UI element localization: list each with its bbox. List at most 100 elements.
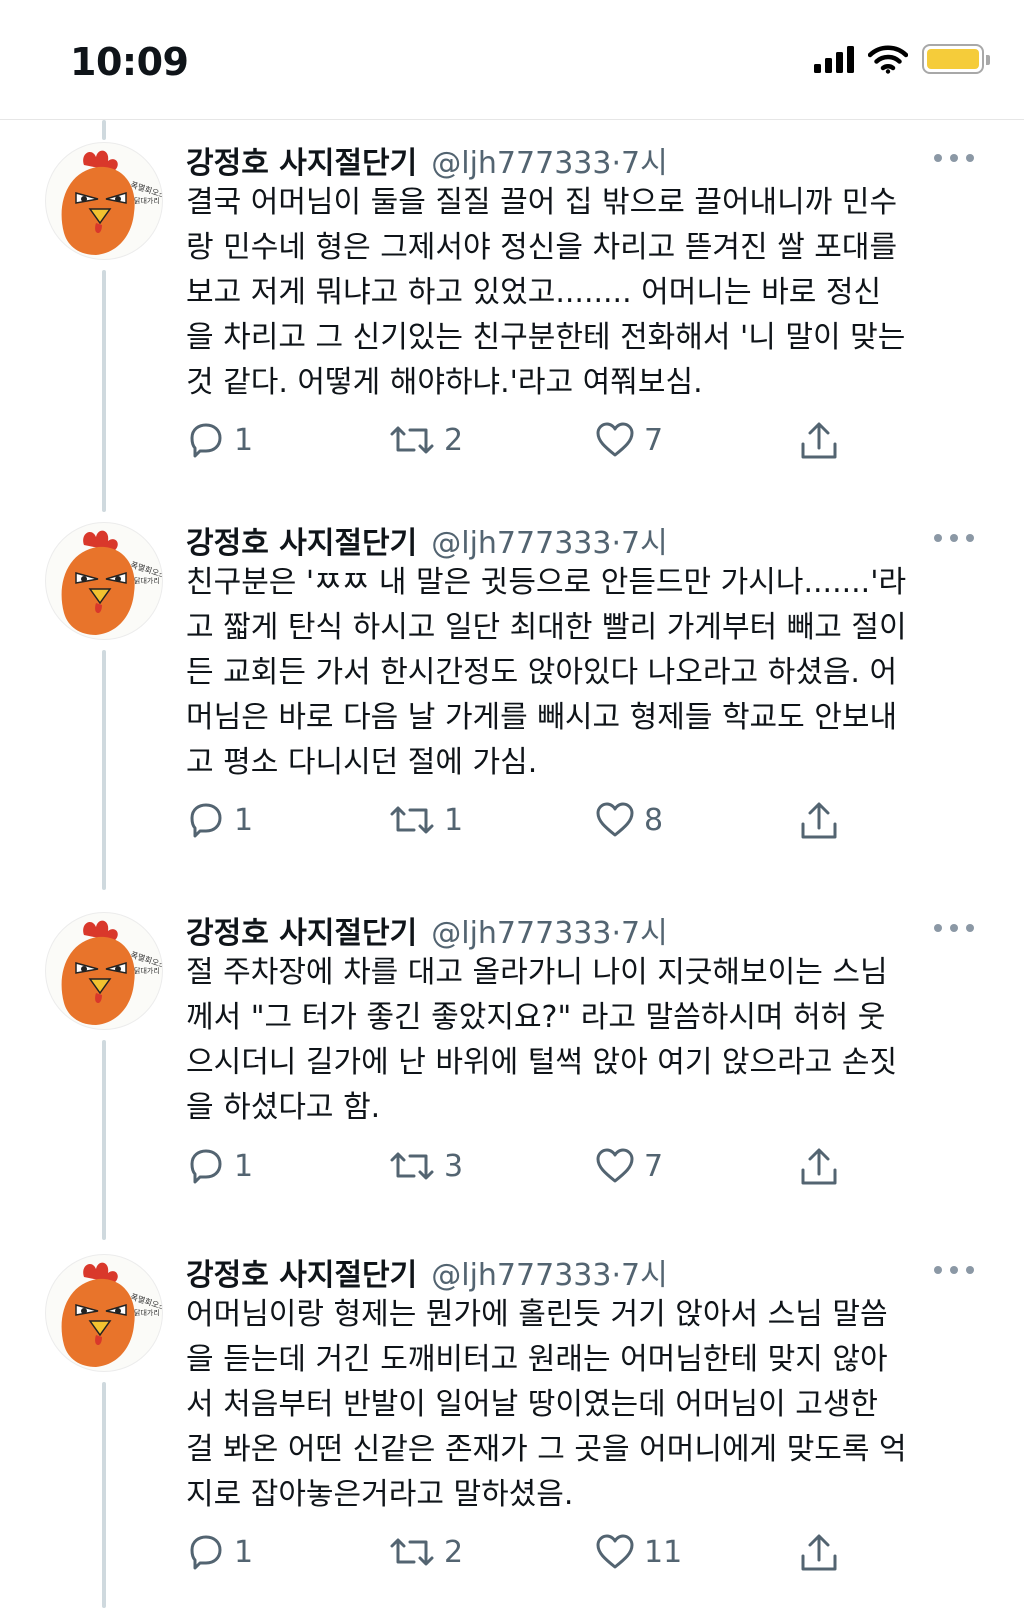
- like-button[interactable]: 7: [594, 420, 663, 460]
- tweet-header: 강정호 사지절단기 @ljh777333 · 7시: [186, 1250, 668, 1294]
- share-button[interactable]: [798, 1532, 840, 1574]
- tweet-text: 결국 어머님이 둘을 질질 끌어 집 밖으로 끌어내니까 민수 랑 민수네 형은…: [186, 185, 906, 400]
- avatar[interactable]: 폭멸회오스 닭대가리: [45, 142, 163, 260]
- reply-button[interactable]: 1: [186, 1532, 253, 1572]
- retweet-button[interactable]: 1: [388, 800, 463, 840]
- author-handle[interactable]: @ljh777333: [431, 526, 611, 561]
- wifi-icon: [868, 45, 908, 74]
- reply-icon: [190, 423, 222, 458]
- reply-icon: [190, 803, 222, 838]
- meta-separator: ·: [611, 1258, 622, 1293]
- share-button[interactable]: [798, 800, 840, 842]
- svg-text:닭대가리: 닭대가리: [134, 1308, 160, 1317]
- author-handle[interactable]: @ljh777333: [431, 146, 611, 181]
- author-name[interactable]: 강정호 사지절단기: [186, 518, 417, 562]
- heart-icon: [596, 1148, 634, 1183]
- tweet-time[interactable]: 7시: [621, 908, 668, 952]
- retweet-icon: [390, 426, 434, 454]
- like-button[interactable]: 11: [594, 1532, 682, 1572]
- thread-connector: [102, 650, 106, 890]
- author-name[interactable]: 강정호 사지절단기: [186, 908, 417, 952]
- rooster-avatar-icon: 폭멸회오스 닭대가리: [61, 530, 162, 635]
- more-options-icon[interactable]: [934, 920, 974, 936]
- author-name[interactable]: 강정호 사지절단기: [186, 138, 417, 182]
- status-bar: 10:09: [0, 0, 1024, 120]
- avatar[interactable]: 폭멸회오스 닭대가리: [45, 522, 163, 640]
- tweet-text: 절 주차장에 차를 대고 올라가니 나이 지긋해보이는 스님 께서 "그 터가 …: [186, 955, 898, 1125]
- retweet-button[interactable]: 3: [388, 1146, 463, 1186]
- thread-connector: [102, 1040, 106, 1240]
- retweet-count: 1: [444, 802, 464, 838]
- like-count: 7: [644, 1148, 664, 1184]
- tweet[interactable]: 폭멸회오스 닭대가리 강정호 사지절단기 @ljh777333 · 7시 절 주…: [0, 890, 1024, 1240]
- author-handle[interactable]: @ljh777333: [431, 1258, 611, 1293]
- status-icons: [814, 44, 990, 74]
- tweet[interactable]: 폭멸회오스 닭대가리 강정호 사지절단기 @ljh777333 · 7시 결국 …: [0, 120, 1024, 512]
- retweet-count: 2: [444, 422, 464, 458]
- tweet-actions: 1 3 7: [186, 1146, 886, 1194]
- like-button[interactable]: 7: [594, 1146, 663, 1186]
- tweet[interactable]: 폭멸회오스 닭대가리 강정호 사지절단기 @ljh777333 · 7시 친구분…: [0, 500, 1024, 890]
- avatar[interactable]: 폭멸회오스 닭대가리: [45, 912, 163, 1030]
- share-button[interactable]: [798, 420, 840, 462]
- heart-icon: [596, 422, 634, 457]
- reply-count: 1: [234, 802, 254, 838]
- battery-icon: [922, 44, 990, 74]
- more-options-icon[interactable]: [934, 150, 974, 166]
- tweet-header: 강정호 사지절단기 @ljh777333 · 7시: [186, 138, 668, 182]
- reply-icon: [190, 1535, 222, 1570]
- meta-separator: ·: [611, 916, 622, 951]
- like-count: 11: [644, 1534, 683, 1570]
- retweet-button[interactable]: 2: [388, 420, 463, 460]
- rooster-avatar-icon: 폭멸회오스 닭대가리: [61, 150, 162, 255]
- reply-count: 1: [234, 422, 254, 458]
- tweet-header: 강정호 사지절단기 @ljh777333 · 7시: [186, 518, 668, 562]
- retweet-icon: [390, 806, 434, 834]
- share-button[interactable]: [798, 1146, 840, 1188]
- reply-button[interactable]: 1: [186, 1146, 253, 1186]
- like-count: 7: [644, 422, 664, 458]
- author-name[interactable]: 강정호 사지절단기: [186, 1250, 417, 1294]
- tweet-time[interactable]: 7시: [621, 518, 668, 562]
- like-button[interactable]: 8: [594, 800, 663, 840]
- retweet-count: 2: [444, 1534, 464, 1570]
- more-options-icon[interactable]: [934, 530, 974, 546]
- author-handle[interactable]: @ljh777333: [431, 916, 611, 951]
- like-count: 8: [644, 802, 664, 838]
- rooster-avatar-icon: 폭멸회오스 닭대가리: [61, 920, 162, 1025]
- meta-separator: ·: [611, 526, 622, 561]
- more-options-icon[interactable]: [934, 1262, 974, 1278]
- thread-connector: [102, 1382, 106, 1608]
- reply-button[interactable]: 1: [186, 420, 253, 460]
- svg-text:닭대가리: 닭대가리: [134, 966, 160, 975]
- reply-count: 1: [234, 1534, 254, 1570]
- share-icon: [801, 802, 837, 839]
- tweet-actions: 1 1 8: [186, 800, 886, 848]
- share-icon: [801, 422, 837, 459]
- retweet-icon: [390, 1152, 434, 1180]
- tweet[interactable]: 폭멸회오스 닭대가리 강정호 사지절단기 @ljh777333 · 7시 어머님…: [0, 1232, 1024, 1608]
- tweet-actions: 1 2 7: [186, 420, 886, 468]
- tweet-time[interactable]: 7시: [621, 1250, 668, 1294]
- retweet-icon: [390, 1538, 434, 1566]
- tweet-text: 친구분은 'ㅉㅉ 내 말은 귓등으로 안듣드만 가시나.......'라 고 짧…: [186, 565, 907, 780]
- share-icon: [801, 1534, 837, 1571]
- avatar[interactable]: 폭멸회오스 닭대가리: [45, 1254, 163, 1372]
- heart-icon: [596, 1534, 634, 1569]
- reply-button[interactable]: 1: [186, 800, 253, 840]
- retweet-button[interactable]: 2: [388, 1532, 463, 1572]
- tweet-text: 어머님이랑 형제는 뭔가에 홀린듯 거기 앉아서 스님 말씀 을 듣는데 거긴 …: [186, 1297, 907, 1512]
- svg-text:닭대가리: 닭대가리: [134, 576, 160, 585]
- thread-connector: [102, 270, 106, 512]
- thread-connector: [102, 120, 106, 140]
- heart-icon: [596, 802, 634, 837]
- reply-icon: [190, 1149, 222, 1184]
- rooster-avatar-icon: 폭멸회오스 닭대가리: [61, 1262, 162, 1367]
- reply-count: 1: [234, 1148, 254, 1184]
- retweet-count: 3: [444, 1148, 464, 1184]
- cellular-signal-icon: [814, 45, 854, 73]
- tweet-header: 강정호 사지절단기 @ljh777333 · 7시: [186, 908, 668, 952]
- share-icon: [801, 1148, 837, 1185]
- tweet-actions: 1 2 11: [186, 1532, 886, 1580]
- tweet-time[interactable]: 7시: [621, 138, 668, 182]
